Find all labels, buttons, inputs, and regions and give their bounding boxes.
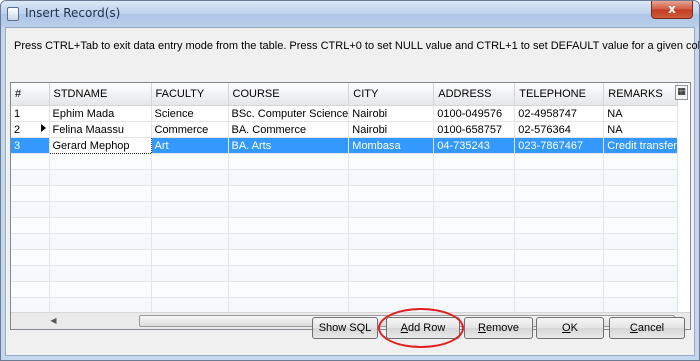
stdname-cell[interactable]: Felina Maassu xyxy=(49,121,152,138)
add-row-label: dd Row xyxy=(408,322,446,334)
empty-row[interactable] xyxy=(11,217,679,234)
column-header-telephone[interactable]: TELEPHONE xyxy=(514,83,605,106)
address-cell[interactable]: 04-735243 xyxy=(433,137,516,154)
telephone-cell[interactable]: 023-7867467 xyxy=(514,137,605,154)
empty-row[interactable] xyxy=(11,201,679,218)
remove-label: emove xyxy=(485,322,519,334)
empty-row[interactable] xyxy=(11,249,679,266)
telephone-cell[interactable]: 02-4958747 xyxy=(514,105,605,122)
column-header-city[interactable]: CITY xyxy=(348,83,435,106)
table-row-selected[interactable]: 3 Gerard Mephop Art BA. Arts Mombasa 04-… xyxy=(11,137,679,154)
remarks-cell[interactable]: Credit transfer xyxy=(603,137,679,154)
show-sql-button[interactable]: Show SQL xyxy=(312,317,378,339)
remove-button[interactable]: Remove xyxy=(464,317,533,339)
city-cell[interactable]: Nairobi xyxy=(348,105,435,122)
faculty-cell[interactable]: Commerce xyxy=(151,121,229,138)
address-cell[interactable]: 0100-049576 xyxy=(433,105,516,122)
row-number-cell: 1 xyxy=(11,105,50,122)
column-header-remarks[interactable]: REMARKS xyxy=(603,83,679,106)
records-table: # STDNAME FACULTY COURSE CITY ADDRESS TE… xyxy=(11,83,679,314)
empty-row[interactable] xyxy=(11,281,679,298)
column-header-stdname[interactable]: STDNAME xyxy=(49,83,152,106)
stdname-cell-active[interactable]: Gerard Mephop xyxy=(48,137,152,154)
scroll-left-icon[interactable]: ◀ xyxy=(45,313,62,329)
column-header-faculty[interactable]: FACULTY xyxy=(151,83,229,106)
ok-mnemonic: O xyxy=(562,322,571,334)
course-cell[interactable]: BA. Arts xyxy=(228,137,350,154)
cancel-label: ancel xyxy=(637,322,665,334)
add-row-mnemonic: A xyxy=(400,322,409,334)
address-cell[interactable]: 0100-658757 xyxy=(433,121,516,138)
dialog-body: Press CTRL+Tab to exit data entry mode f… xyxy=(5,27,699,356)
empty-row[interactable] xyxy=(11,185,679,202)
empty-row[interactable] xyxy=(11,153,679,170)
course-cell[interactable]: BSc. Computer Science xyxy=(228,105,350,122)
instructions-text: Press CTRL+Tab to exit data entry mode f… xyxy=(14,40,700,52)
empty-row[interactable] xyxy=(11,265,679,282)
column-header-number[interactable]: # xyxy=(11,83,50,106)
telephone-cell[interactable]: 02-576364 xyxy=(514,121,605,138)
remove-mnemonic: R xyxy=(478,322,486,334)
faculty-cell[interactable]: Science xyxy=(151,105,229,122)
title-bar[interactable]: Insert Record(s) x xyxy=(1,1,699,27)
table-row[interactable]: 1 Ephim Mada Science BSc. Computer Scien… xyxy=(11,105,679,122)
table-row[interactable]: 2 Felina Maassu Commerce BA. Commerce Na… xyxy=(11,121,679,138)
app-icon xyxy=(7,7,19,21)
city-cell[interactable]: Nairobi xyxy=(348,121,435,138)
column-header-course[interactable]: COURSE xyxy=(228,83,350,106)
city-cell[interactable]: Mombasa xyxy=(348,137,435,154)
cancel-mnemonic: C xyxy=(629,322,638,334)
ok-label: K xyxy=(570,322,578,334)
header-row: # STDNAME FACULTY COURSE CITY ADDRESS TE… xyxy=(11,83,679,106)
ok-button[interactable]: OK xyxy=(536,317,604,339)
column-header-address[interactable]: ADDRESS xyxy=(433,83,516,106)
records-grid[interactable]: # STDNAME FACULTY COURSE CITY ADDRESS TE… xyxy=(10,82,691,330)
show-sql-label: Show SQL xyxy=(318,322,372,334)
remarks-cell[interactable]: NA xyxy=(603,105,679,122)
remarks-cell[interactable]: NA xyxy=(603,121,679,138)
empty-row[interactable] xyxy=(11,169,679,186)
course-cell[interactable]: BA. Commerce xyxy=(228,121,350,138)
add-row-button[interactable]: Add Row xyxy=(386,317,460,339)
faculty-cell[interactable]: Art xyxy=(151,137,229,154)
stdname-cell[interactable]: Ephim Mada xyxy=(49,105,152,122)
row-number-cell: 3 xyxy=(11,137,50,154)
cancel-button[interactable]: Cancel xyxy=(609,317,685,339)
empty-row[interactable] xyxy=(11,233,679,250)
window-title: Insert Record(s) xyxy=(25,6,121,20)
insert-records-window: Insert Record(s) x Press CTRL+Tab to exi… xyxy=(0,0,700,361)
column-chooser-icon[interactable]: ▦ xyxy=(675,85,688,100)
close-button[interactable]: x xyxy=(651,1,693,19)
current-row-indicator-icon xyxy=(41,124,46,132)
